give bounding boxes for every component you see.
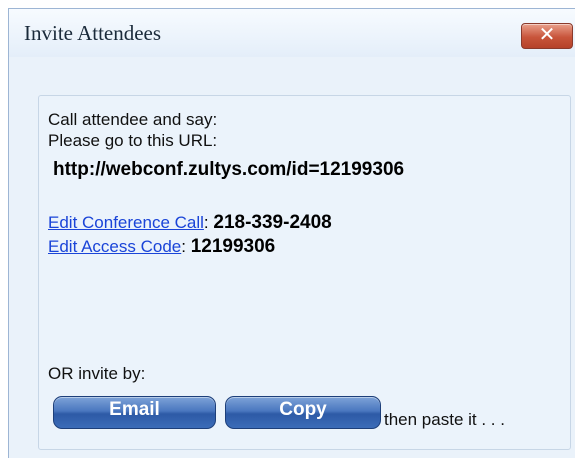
copy-button[interactable]: Copy — [225, 396, 381, 429]
invite-panel: Call attendee and say: Please go to this… — [38, 95, 571, 450]
title-bar[interactable]: Invite Attendees ✕ — [9, 9, 575, 57]
conference-call-row: Edit Conference Call: 218-339-2408 — [48, 212, 332, 234]
conference-call-number: 218-339-2408 — [213, 212, 332, 233]
or-invite-label: OR invite by: — [48, 364, 146, 383]
edit-access-code-link[interactable]: Edit Access Code — [48, 237, 181, 256]
access-code-value: 12199306 — [190, 236, 276, 257]
instruction-line-1: Call attendee and say: — [48, 110, 218, 129]
instruction-line-2: Please go to this URL: — [48, 131, 218, 150]
close-icon: ✕ — [538, 24, 556, 46]
conference-url: http://webconf.zultys.com/id=12199306 — [53, 159, 405, 180]
paste-note: then paste it . . . — [384, 410, 505, 429]
conference-call-separator: : — [203, 213, 209, 232]
edit-conference-call-link[interactable]: Edit Conference Call — [48, 213, 204, 232]
window-title: Invite Attendees — [24, 21, 162, 45]
access-code-row: Edit Access Code: 12199306 — [48, 236, 275, 258]
email-button[interactable]: Email — [53, 396, 216, 429]
invite-attendees-window: Invite Attendees ✕ Call attendee and say… — [8, 8, 575, 458]
close-button[interactable]: ✕ — [521, 23, 573, 49]
access-code-separator: : — [181, 237, 186, 256]
